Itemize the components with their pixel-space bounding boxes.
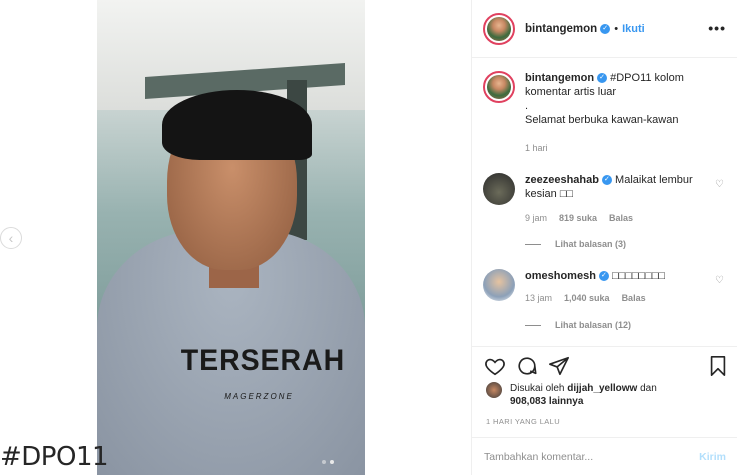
carousel-dot	[322, 460, 326, 464]
comment-likes[interactable]: 819 suka	[559, 213, 597, 223]
liker-avatar[interactable]	[486, 382, 502, 398]
caption-item: bintangemon ✓ #DPO11 kolom komentar artis…	[483, 71, 728, 161]
instagram-post-view: ‹ TERSERAH MAGERZONE #DPO11 bintangemon …	[0, 0, 737, 475]
hashtag-overlay: #DPO11	[0, 442, 109, 472]
comments-list[interactable]: bintangemon ✓ #DPO11 kolom komentar artis…	[472, 59, 737, 346]
view-replies-label: Lihat balasan (3)	[555, 239, 627, 249]
shirt-print-subtext: MAGERZONE	[224, 392, 294, 401]
caption-avatar[interactable]	[483, 71, 515, 103]
media-panel: ‹ TERSERAH MAGERZONE #DPO11	[0, 0, 471, 475]
caption-text: bintangemon ✓ #DPO11 kolom komentar artis…	[525, 71, 705, 127]
author-avatar[interactable]	[483, 12, 515, 45]
like-comment-heart-icon[interactable]: ♡	[715, 275, 724, 286]
caption-line-3: Selamat berbuka kawan-kawan	[525, 114, 679, 126]
liked-by-user[interactable]: dijjah_yelloww	[567, 383, 637, 394]
comment-item: zeezeeshahab ✓ Malaikat lembur kesian □□ …	[483, 173, 728, 258]
post-comment-button[interactable]: Kirim	[699, 451, 726, 463]
post-video[interactable]: TERSERAH MAGERZONE	[97, 0, 365, 475]
carousel-dot-active	[330, 460, 334, 464]
reply-button[interactable]: Balas	[622, 293, 646, 303]
person-cap	[162, 90, 312, 160]
commenter-avatar[interactable]	[483, 173, 515, 205]
like-comment-heart-icon[interactable]: ♡	[715, 179, 724, 190]
chevron-left-icon[interactable]: ‹	[0, 227, 22, 249]
commenter-username[interactable]: omeshomesh	[525, 270, 596, 282]
more-options-icon[interactable]: •••	[708, 20, 726, 36]
follow-button[interactable]: Ikuti	[622, 23, 645, 35]
liked-by-count[interactable]: 908,083 lainnya	[510, 396, 583, 407]
reply-button[interactable]: Balas	[609, 213, 633, 223]
save-bookmark-icon[interactable]	[707, 355, 729, 377]
comment-meta: 9 jam 819 suka Balas	[525, 213, 633, 223]
verified-badge-icon: ✓	[597, 73, 608, 84]
caption-line-2: .	[525, 100, 529, 112]
shirt-print-text: TERSERAH	[180, 344, 346, 377]
view-replies-button[interactable]: Lihat balasan (12)	[525, 320, 631, 330]
liked-by-and: dan	[640, 383, 657, 394]
author-username[interactable]: bintangemon	[525, 23, 597, 35]
post-sidebar: bintangemon ✓ • Ikuti ••• bintangemon ✓ #…	[471, 0, 737, 475]
view-replies-label: Lihat balasan (12)	[555, 320, 632, 330]
header-separator: •	[614, 22, 619, 35]
caption-username[interactable]: bintangemon	[525, 72, 594, 84]
share-send-icon[interactable]	[548, 355, 570, 377]
add-comment-bar: Tambahkan komentar... Kirim	[472, 437, 737, 475]
like-heart-icon[interactable]	[484, 355, 506, 377]
caption-time[interactable]: 1 hari	[525, 143, 548, 153]
verified-badge-icon: ✓	[601, 175, 612, 186]
caption-meta: 1 hari	[525, 143, 548, 153]
comment-likes[interactable]: 1,040 suka	[564, 293, 610, 303]
commenter-avatar[interactable]	[483, 269, 515, 301]
replies-divider	[525, 324, 541, 326]
action-icons	[484, 355, 729, 379]
likes-text: Disukai oleh dijjah_yelloww dan 908,083 …	[510, 382, 657, 408]
carousel-indicator	[322, 460, 334, 464]
post-header: bintangemon ✓ • Ikuti •••	[472, 0, 737, 58]
likes-summary: Disukai oleh dijjah_yelloww dan 908,083 …	[486, 382, 726, 408]
comment-time[interactable]: 9 jam	[525, 213, 547, 223]
commenter-username[interactable]: zeezeeshahab	[525, 174, 599, 186]
comment-input[interactable]: Tambahkan komentar...	[484, 451, 699, 463]
verified-badge-icon: ✓	[600, 23, 611, 34]
liked-by-prefix: Disukai oleh	[510, 383, 565, 394]
view-replies-button[interactable]: Lihat balasan (3)	[525, 239, 626, 249]
comment-item: omeshomesh ✓ □□□□□□□□ ♡ 13 jam 1,040 suka…	[483, 269, 728, 346]
comment-body: □□□□□□□□	[611, 270, 666, 282]
comment-meta: 13 jam 1,040 suka Balas	[525, 293, 646, 303]
post-actions: Disukai oleh dijjah_yelloww dan 908,083 …	[472, 346, 737, 475]
replies-divider	[525, 243, 541, 245]
verified-badge-icon: ✓	[598, 271, 609, 282]
comment-time[interactable]: 13 jam	[525, 293, 552, 303]
post-time-ago[interactable]: 1 HARI YANG LALU	[486, 417, 560, 426]
comment-icon[interactable]	[516, 355, 538, 377]
comment-text: zeezeeshahab ✓ Malaikat lembur kesian □□	[525, 173, 705, 201]
comment-text: omeshomesh ✓ □□□□□□□□	[525, 269, 705, 283]
